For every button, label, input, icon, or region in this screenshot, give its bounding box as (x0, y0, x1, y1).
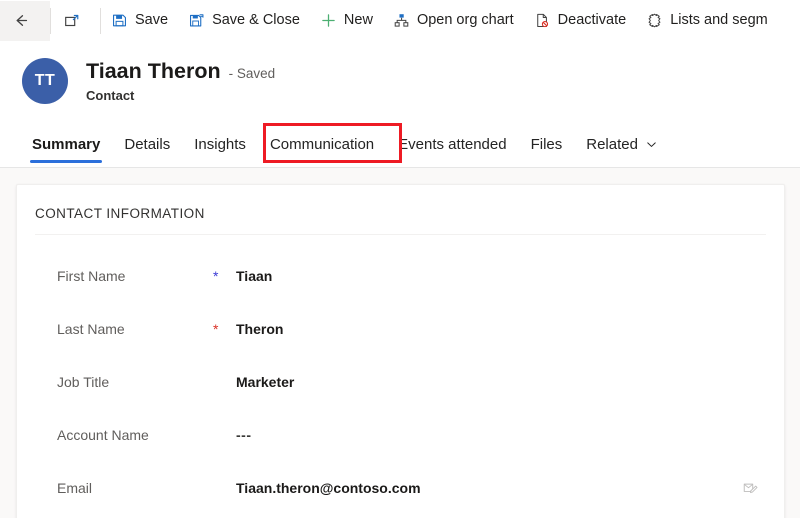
record-header: TT Tiaan Theron - Saved Contact (0, 41, 800, 121)
deactivate-icon (534, 12, 551, 29)
lists-and-segments-button[interactable]: Lists and segm (636, 1, 778, 41)
field-value-last-name[interactable]: Theron (236, 321, 283, 337)
save-status-text: - Saved (228, 66, 276, 81)
save-and-close-button[interactable]: Save & Close (178, 1, 310, 41)
field-label-last-name: Last Name (57, 320, 125, 337)
deactivate-button-label: Deactivate (557, 12, 627, 29)
field-row-first-name: First Name * Tiaan (17, 249, 784, 302)
lists-and-segments-button-label: Lists and segm (670, 12, 768, 29)
page-title: Tiaan Theron (86, 59, 221, 83)
back-arrow-icon (12, 11, 31, 30)
tab-related[interactable]: Related (574, 121, 670, 167)
open-org-chart-button-label: Open org chart (416, 12, 514, 29)
email-send-icon[interactable] (742, 480, 758, 496)
tab-summary[interactable]: Summary (20, 121, 112, 167)
section-header: CONTACT INFORMATION (35, 206, 205, 221)
save-icon (111, 12, 128, 29)
avatar: TT (22, 58, 68, 104)
required-indicator-recommended: * (213, 267, 219, 284)
tab-summary-label: Summary (32, 135, 101, 153)
form-body: CONTACT INFORMATION First Name * Tiaan L… (0, 168, 800, 518)
field-value-first-name[interactable]: Tiaan (236, 268, 272, 284)
new-button-label: New (343, 12, 373, 29)
tab-related-label: Related (586, 135, 638, 153)
avatar-initials: TT (34, 72, 56, 89)
lists-and-segments-icon (646, 12, 663, 29)
org-chart-icon (393, 12, 410, 29)
field-row-email: Email Tiaan.theron@contoso.com (17, 461, 784, 514)
field-value-job-title[interactable]: Marketer (236, 374, 294, 390)
field-label-email: Email (57, 479, 93, 496)
app-root: Save Save & Close New Open org chart Dea… (0, 0, 800, 518)
tab-details-label: Details (124, 135, 171, 153)
save-and-close-icon (188, 12, 205, 29)
command-bar: Save Save & Close New Open org chart Dea… (0, 0, 800, 42)
field-row-job-title: Job Title Marketer (17, 355, 784, 408)
contact-information-card: CONTACT INFORMATION First Name * Tiaan L… (16, 184, 785, 518)
tab-insights[interactable]: Insights (182, 121, 258, 167)
tab-files-label: Files (530, 135, 563, 153)
field-value-email[interactable]: Tiaan.theron@contoso.com (236, 480, 421, 496)
save-button[interactable]: Save (101, 1, 178, 41)
popout-button[interactable] (51, 1, 100, 41)
field-label-first-name: First Name (57, 267, 126, 284)
plus-icon (320, 12, 337, 29)
tab-insights-label: Insights (194, 135, 246, 153)
chevron-down-icon (645, 138, 658, 151)
save-button-label: Save (135, 12, 169, 29)
popout-icon (63, 12, 81, 30)
record-title-line: Tiaan Theron - Saved (86, 59, 275, 84)
tab-details[interactable]: Details (112, 121, 182, 167)
tab-events-attended-label: Events attended (398, 135, 507, 153)
record-header-text: Tiaan Theron - Saved Contact (86, 59, 275, 103)
entity-name: Contact (86, 88, 135, 103)
tab-bar: Summary Details Insights Communication E… (0, 121, 800, 168)
field-row-account-name: Account Name --- (17, 408, 784, 461)
field-label-account-name: Account Name (57, 426, 149, 443)
deactivate-button[interactable]: Deactivate (524, 1, 637, 41)
field-row-last-name: Last Name * Theron (17, 302, 784, 355)
tab-files[interactable]: Files (519, 121, 575, 167)
required-indicator-required: * (213, 320, 219, 337)
field-label-job-title: Job Title (57, 373, 110, 390)
back-button[interactable] (0, 0, 50, 41)
tab-communication-label: Communication (269, 135, 375, 153)
new-button[interactable]: New (310, 1, 383, 41)
field-list: First Name * Tiaan Last Name * Theron Jo… (17, 235, 784, 514)
tab-communication[interactable]: Communication (258, 121, 386, 167)
open-org-chart-button[interactable]: Open org chart (383, 1, 524, 41)
tab-events-attended[interactable]: Events attended (386, 121, 518, 167)
field-value-account-name[interactable]: --- (236, 427, 252, 443)
save-and-close-button-label: Save & Close (212, 12, 300, 29)
